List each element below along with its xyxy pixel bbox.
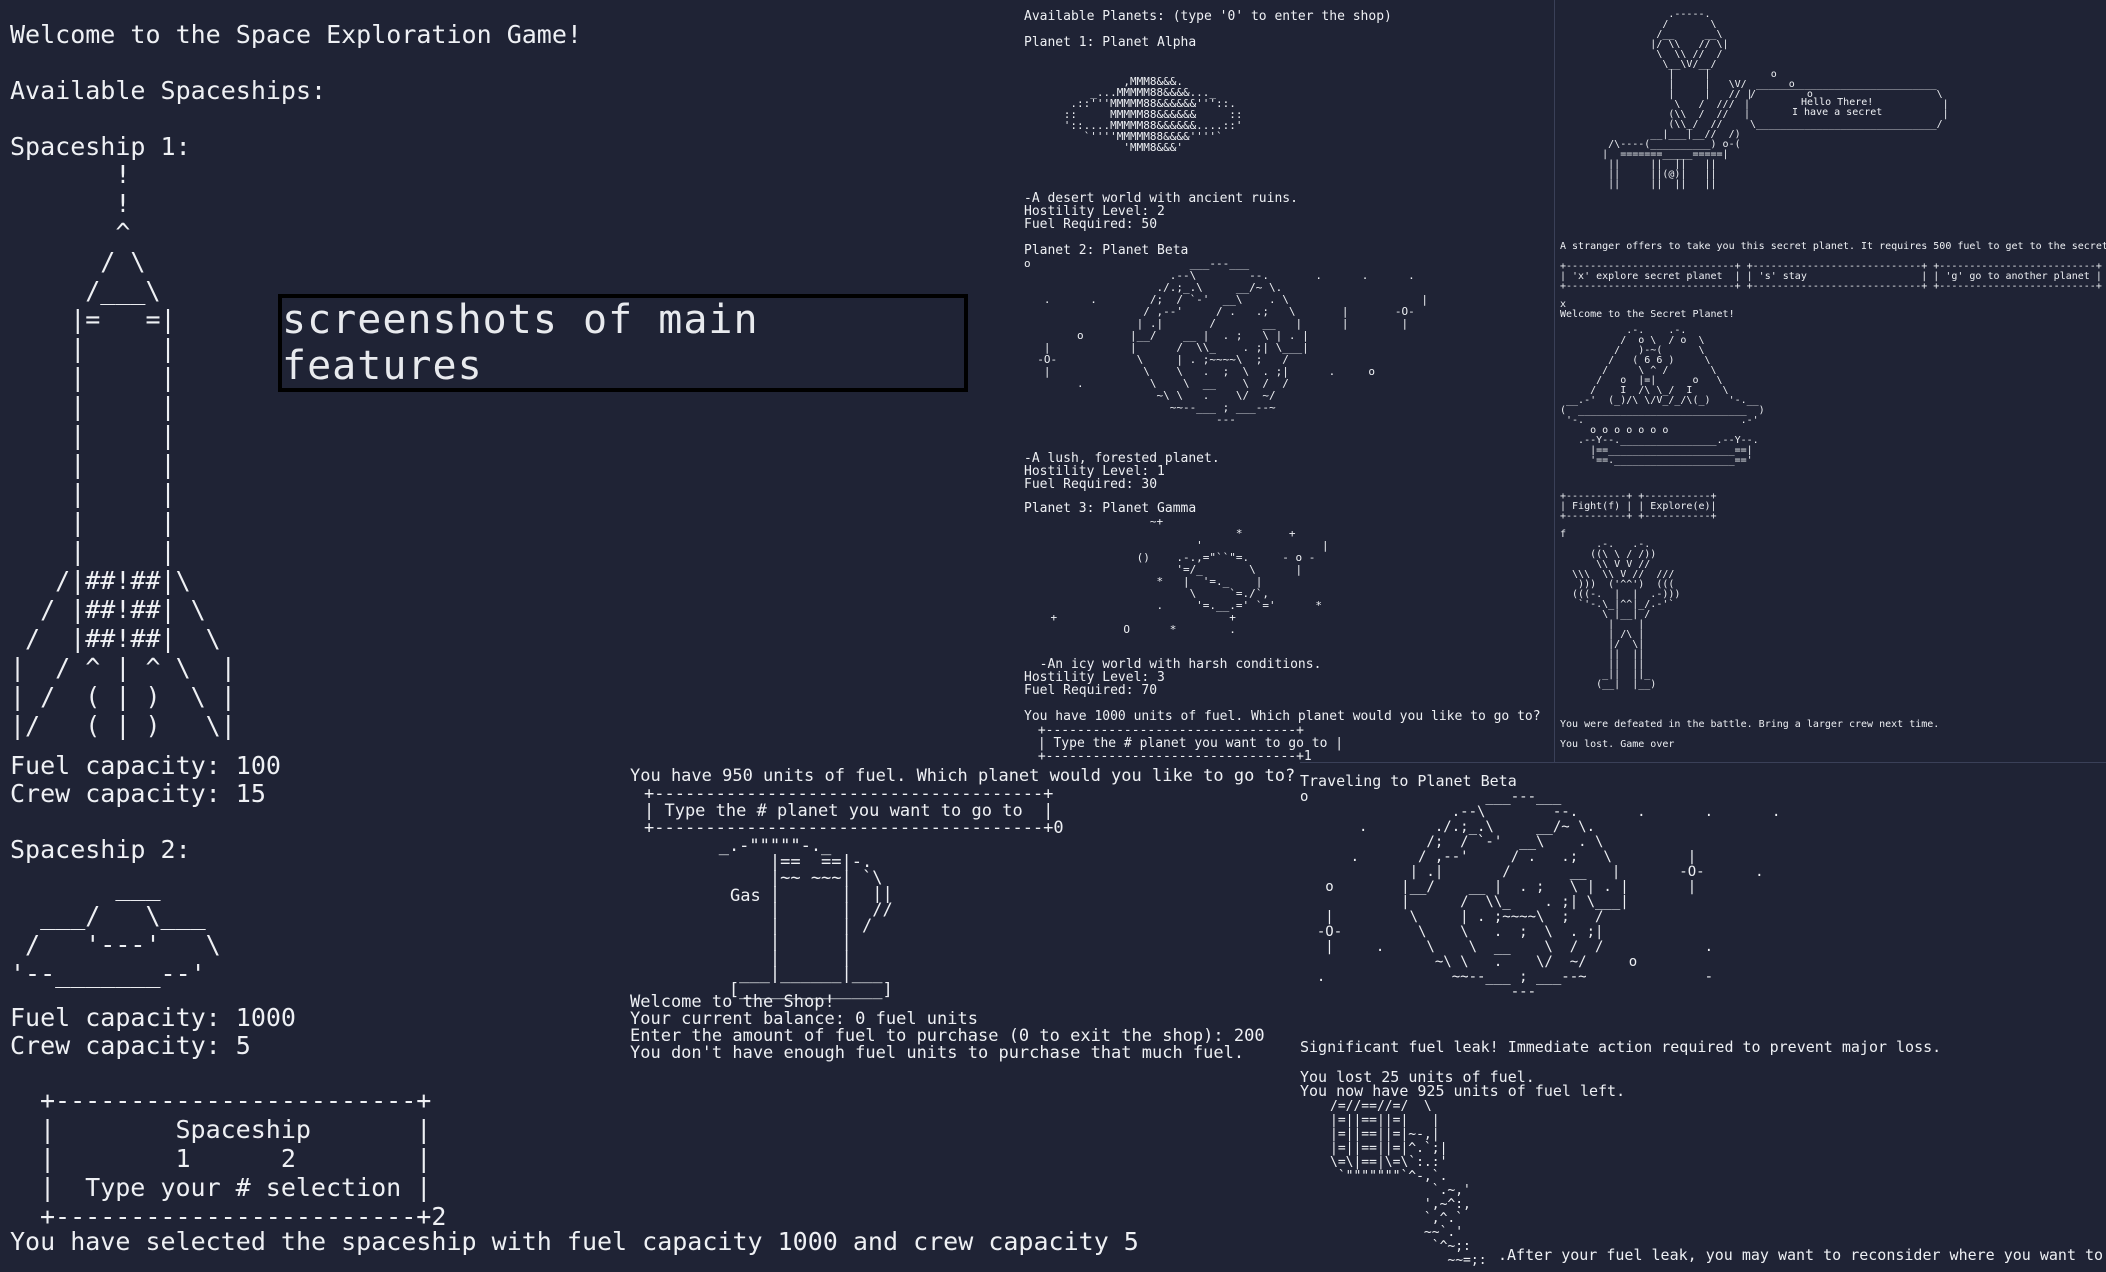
rocket-ascii-art: ! ! ^ / \ /___\ |= =| | | | | | | | | | … (10, 160, 236, 740)
planets-panel: Available Planets: (type '0' to enter th… (1020, 0, 1550, 760)
planet1-description: -A desert world with ancient ruins. Host… (1024, 191, 1298, 232)
panel-divider-horizontal (1300, 762, 2106, 763)
planet2-title: Planet 2: Planet Beta (1024, 243, 1189, 258)
stranger-offer: A stranger offers to take you this secre… (1560, 241, 2106, 252)
spaceship2-crew: Crew capacity: 5 (10, 1031, 251, 1060)
banner-text: screenshots of main features (282, 297, 759, 389)
planet-gamma-ascii-art: ~+ * + ' | () .-.,="``"=. - o - '=/_ \ | (1050, 515, 1329, 636)
fuel-leak-alert: Significant fuel leak! Immediate action … (1300, 1038, 1942, 1056)
shop-not-enough: You don't have enough fuel units to purc… (630, 1043, 1245, 1063)
secret-planet-panel: .-----. / \ /__ __\ |/ \\ // \| \ \\ // … (1556, 0, 2106, 760)
alien-speech-text: Hello There! I have a secret (1792, 97, 1883, 118)
planet-alpha-ascii-art: ,MMM8&&&. _...MMMMM88&&&&..._ .::'''MMMM… (1063, 75, 1243, 154)
spaceship2-fuel: Fuel capacity: 1000 (10, 1003, 296, 1032)
planets-header: Available Planets: (type '0' to enter th… (1024, 9, 1392, 24)
spaceship1-crew: Crew capacity: 15 (10, 779, 266, 808)
planet1-title: Planet 1: Planet Alpha (1024, 35, 1197, 50)
welcome-text: Welcome to the Space Exploration Game! (10, 20, 582, 49)
defeat-message: You were defeated in the battle. Bring a… (1560, 719, 1940, 730)
spaceship2-label: Spaceship 2: (10, 835, 191, 864)
traveling-text: Traveling to Planet Beta (1300, 772, 1517, 790)
fuel-remaining-text: You now have 925 units of fuel left. (1300, 1082, 1626, 1100)
gas-label: Gas (730, 886, 761, 906)
shop-prompt: You have 950 units of fuel. Which planet… (630, 766, 1296, 786)
shop-prompt-box[interactable]: +--------------------------------------+… (644, 786, 1064, 837)
available-spaceships-heading: Available Spaceships: (10, 76, 327, 105)
panel-divider (1554, 0, 1555, 762)
fight-explore-box[interactable]: +----------+ +-----------+ | Fight(f) | … (1560, 492, 1717, 522)
planet-beta-travel-ascii-art: o ___---___ .--\ --. . . . . ./.;_.\ __/… (1300, 789, 1781, 1000)
planet-prompt-box[interactable]: +--------------------------------+ | Typ… (1030, 724, 1343, 760)
secret-welcome: Welcome to the Secret Planet! (1560, 309, 1735, 320)
reconsider-text: .After your fuel leak, you may want to r… (1498, 1246, 2106, 1264)
game-over: You lost. Game over (1560, 739, 1675, 750)
shop-panel: You have 950 units of fuel. Which planet… (628, 760, 1300, 1090)
planet3-description: -An icy world with harsh conditions. Hos… (1024, 657, 1322, 698)
spaceship-selection-box[interactable]: +------------------------+ | Spaceship |… (40, 1086, 446, 1231)
secret-options-box[interactable]: +----------------------------+ +--------… (1560, 262, 2102, 292)
ufo-ascii-art: ___ ___/ \___ / '---' \ '--_______--' (10, 872, 221, 988)
planet3-title: Planet 3: Planet Gamma (1024, 501, 1197, 516)
spaceship1-fuel: Fuel capacity: 100 (10, 751, 281, 780)
selected-spaceship-message: You have selected the spaceship with fue… (10, 1227, 1139, 1256)
screenshots-banner: screenshots of main features (278, 294, 968, 392)
travel-panel: Traveling to Planet Beta o ___---___ .--… (1300, 764, 2106, 1272)
planet2-description: -A lush, forested planet. Hostility Leve… (1024, 451, 1220, 492)
spaceship1-label: Spaceship 1: (10, 132, 191, 161)
gas-pump-ascii-art: _.-"""""-._ |== ==|-. |~~ ~~~| `\ | | ||… (718, 836, 893, 1000)
planet-beta-ascii-art: o ___---___ .--\ --. . . . ./.;_.\ __/~ … (1024, 257, 1428, 426)
planet-prompt: You have 1000 units of fuel. Which plane… (1024, 709, 1541, 724)
alien-ship-ascii-art: .-. .-. / o \ / o \ / )-~( \ / ( 6 6 ) \… (1560, 325, 1765, 466)
defeated-alien-ascii-art: .-. .-. ((\ \ / /)) \\ V V // \\\ \\ V /… (1572, 539, 1681, 690)
fuel-leak-ascii-art: /=//==//=/ \ |=||==||=| | |=||==||=|~-,|… (1330, 1099, 1487, 1268)
